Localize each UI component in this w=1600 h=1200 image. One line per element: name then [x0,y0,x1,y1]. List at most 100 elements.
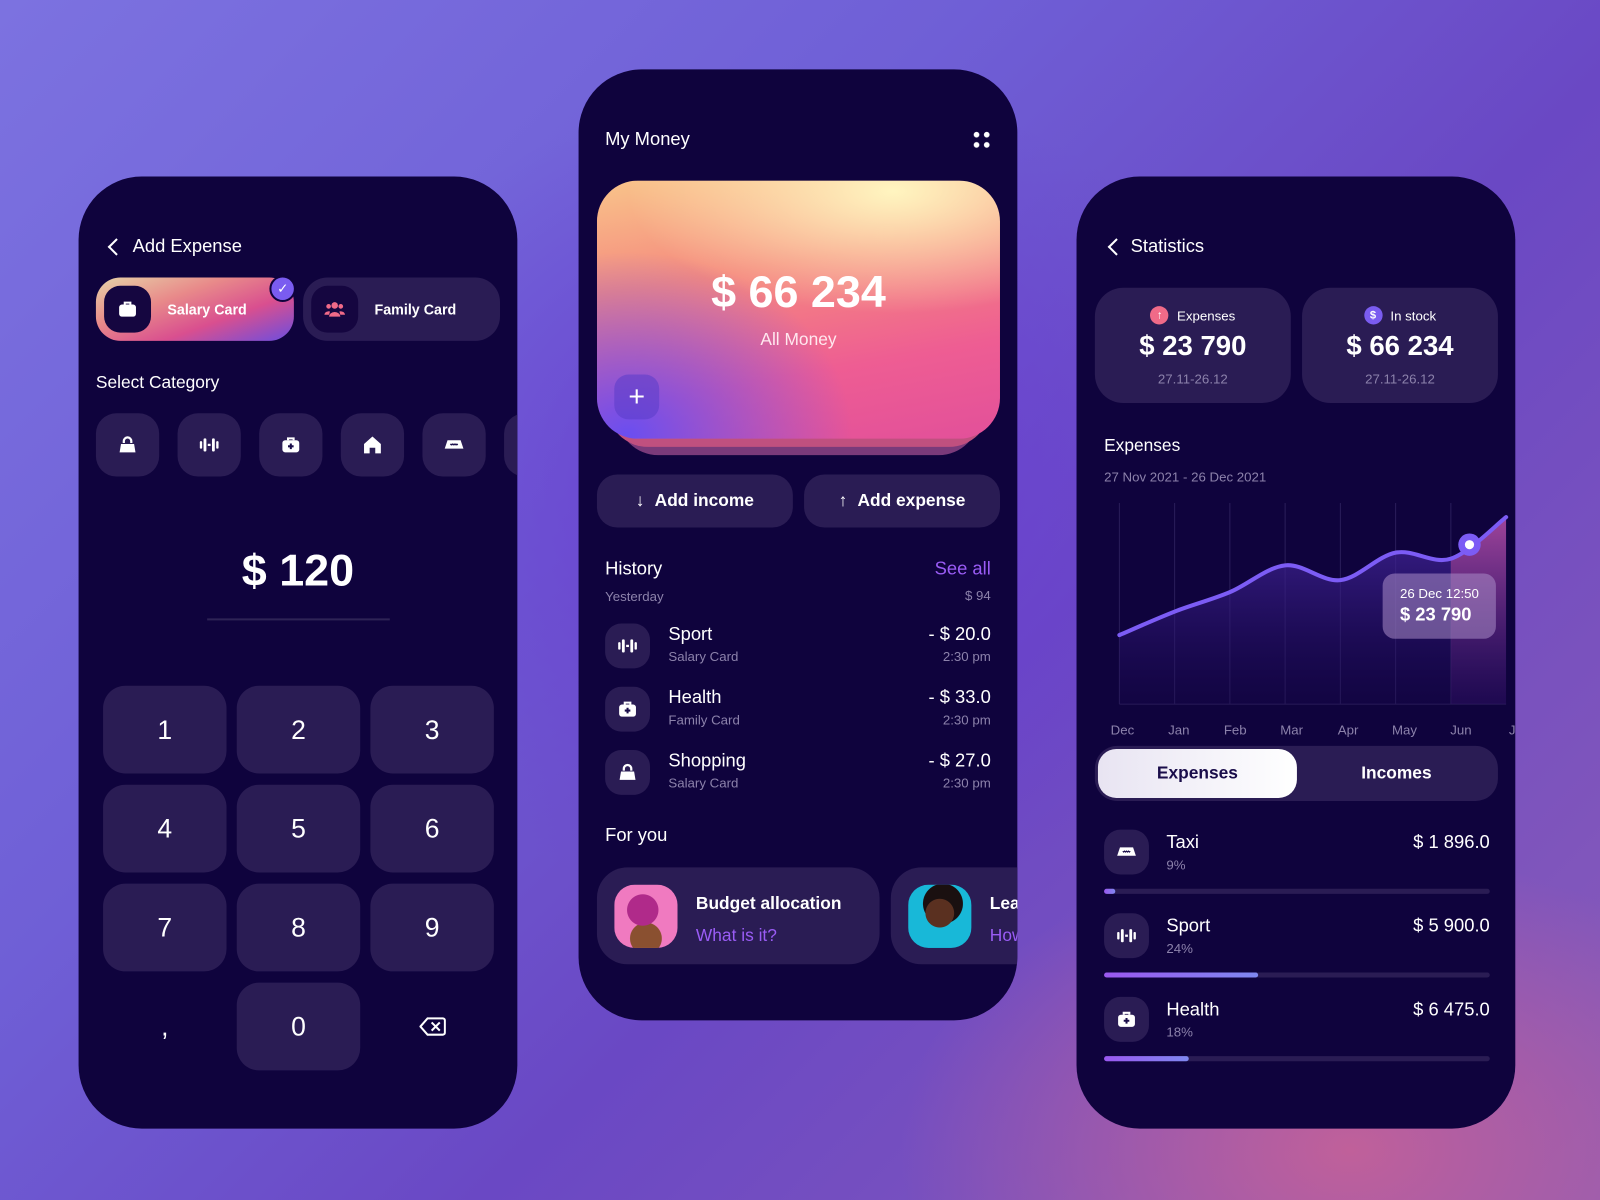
tooltip-date: 26 Dec 12:50 [1399,585,1479,602]
category-button[interactable] [259,413,323,477]
history-time: 2:30 pm [942,712,991,728]
keypad-key[interactable]: 9 [370,883,494,972]
arrow-down-icon: ↓ [635,490,645,511]
arrow-up-icon: ↑ [1150,306,1169,325]
card-salary[interactable]: Salary Card ✓ [95,275,296,341]
stat-label: In stock [1390,307,1437,323]
type-tabs: Expenses Incomes [1094,745,1498,802]
keypad-key[interactable]: 1 [103,685,227,774]
medkit-icon [1104,996,1149,1042]
amount-underline [207,618,390,621]
add-card-button[interactable]: + [614,374,660,420]
dumbbell-icon [605,623,650,669]
add-income-button[interactable]: ↓ Add income [596,474,793,528]
x-tick-label: Jan [1168,723,1189,738]
chart-title: Expenses [1104,435,1181,456]
history-card: Salary Card [668,648,739,665]
stat-value: $ 23 790 [1139,330,1247,362]
tab-expenses[interactable]: Expenses [1097,748,1297,798]
back-chevron-icon[interactable] [107,238,125,256]
card-label: Family Card [374,301,457,318]
page-title: My Money [605,128,690,149]
tab-label: Incomes [1361,763,1432,783]
amount-display: $ 120 [241,545,355,596]
backspace-key[interactable] [370,983,493,1071]
category-button[interactable] [422,413,486,477]
category-button[interactable] [95,413,160,477]
category-button[interactable] [340,413,405,477]
breakdown-amount: $ 5 900.0 [1413,915,1490,936]
keypad-key[interactable]: , [103,983,226,1071]
breakdown-title: Taxi [1166,831,1199,853]
x-tick-label: Dec [1111,723,1135,738]
balance-card: $ 66 234 All Money + [596,180,1000,439]
x-tick-label: Jul [1509,723,1515,738]
for-you-link[interactable]: What is it? [696,926,777,946]
for-you-title: Lea [989,893,1018,914]
budget-photo [614,884,678,948]
keypad-key[interactable]: 7 [103,883,227,972]
breakdown-row[interactable]: Taxi 9% $ 1 896.0 [1104,829,1490,897]
history-title: Sport [668,623,713,644]
keypad-key[interactable]: 2 [236,685,361,774]
medkit-icon [605,686,650,732]
history-row[interactable]: Health Family Card - $ 33.0 2:30 pm [605,686,991,732]
keypad-key[interactable]: 5 [236,784,361,873]
add-income-label: Add income [654,490,754,511]
balance-label: All Money [760,329,837,349]
history-card: Family Card [668,712,740,728]
keypad-key[interactable]: 8 [236,883,361,972]
breakdown-progress [1104,888,1490,894]
history-heading: History [605,558,663,579]
keypad-key[interactable]: 3 [370,685,494,774]
breakdown-row[interactable]: Sport 24% $ 5 900.0 [1104,913,1490,980]
backspace-icon [418,1017,446,1036]
for-you-heading: For you [605,824,668,845]
tab-incomes[interactable]: Incomes [1297,749,1496,798]
x-tick-label: May [1392,723,1417,738]
card-label: Salary Card [167,301,247,318]
keypad-key[interactable]: 0 [236,982,361,1071]
stat-range: 27.11-26.12 [1157,371,1228,387]
add-expense-screen: Add Expense Salary Card ✓ Family Card Se… [78,176,518,1129]
stat-card: ↑ Expenses $ 23 790 27.11-26.12 [1094,287,1291,404]
for-you-title: Budget allocation [695,893,842,914]
category-button[interactable] [504,413,518,477]
see-all-link[interactable]: See all [935,558,991,579]
taxi-icon [1104,829,1149,875]
my-money-screen: My Money $ 66 234 All Money + ↓ Add incom… [578,69,1018,1021]
history-card: Salary Card [668,775,739,791]
statistics-screen: Statistics ↑ Expenses $ 23 790 27.11-26.1… [1076,176,1516,1129]
highlight-point-center [1464,540,1475,550]
card-family[interactable]: Family Card [303,277,500,341]
for-you-card[interactable]: Lea How [890,867,1018,965]
for-you-link[interactable]: How [990,926,1018,946]
history-row[interactable]: Sport Salary Card - $ 20.0 2:30 pm [605,623,991,669]
history-row[interactable]: Shopping Salary Card - $ 27.0 2:30 pm [605,749,991,795]
for-you-card[interactable]: Budget allocation What is it? [596,867,880,965]
breakdown-amount: $ 6 475.0 [1413,998,1490,1020]
breakdown-percent: 9% [1166,857,1186,873]
breakdown-progress [1104,972,1490,978]
history-time: 2:30 pm [942,648,991,665]
x-tick-label: Jun [1450,723,1471,738]
tooltip-value: $ 23 790 [1399,604,1472,625]
x-tick-label: Feb [1224,723,1247,738]
breakdown-progress [1104,1056,1490,1062]
stat-card: $ In stock $ 66 234 27.11-26.12 [1302,287,1498,404]
history-amount: - $ 27.0 [928,749,991,771]
category-button[interactable] [177,413,241,477]
page-title: Statistics [1130,235,1205,257]
back-chevron-icon[interactable] [1107,238,1125,256]
keypad-key[interactable]: 4 [103,784,227,873]
breakdown-percent: 24% [1166,940,1193,957]
x-tick-label: Apr [1338,723,1359,738]
keypad-key[interactable]: 6 [370,784,494,873]
balance-amount: $ 66 234 [711,267,886,318]
menu-dots-icon[interactable] [971,129,992,150]
breakdown-row[interactable]: Health 18% $ 6 475.0 [1104,996,1490,1064]
x-tick-label: Mar [1280,723,1303,738]
history-amount: - $ 20.0 [928,623,991,644]
history-title: Health [668,686,722,708]
add-expense-button[interactable]: ↑ Add expense [804,474,1000,528]
